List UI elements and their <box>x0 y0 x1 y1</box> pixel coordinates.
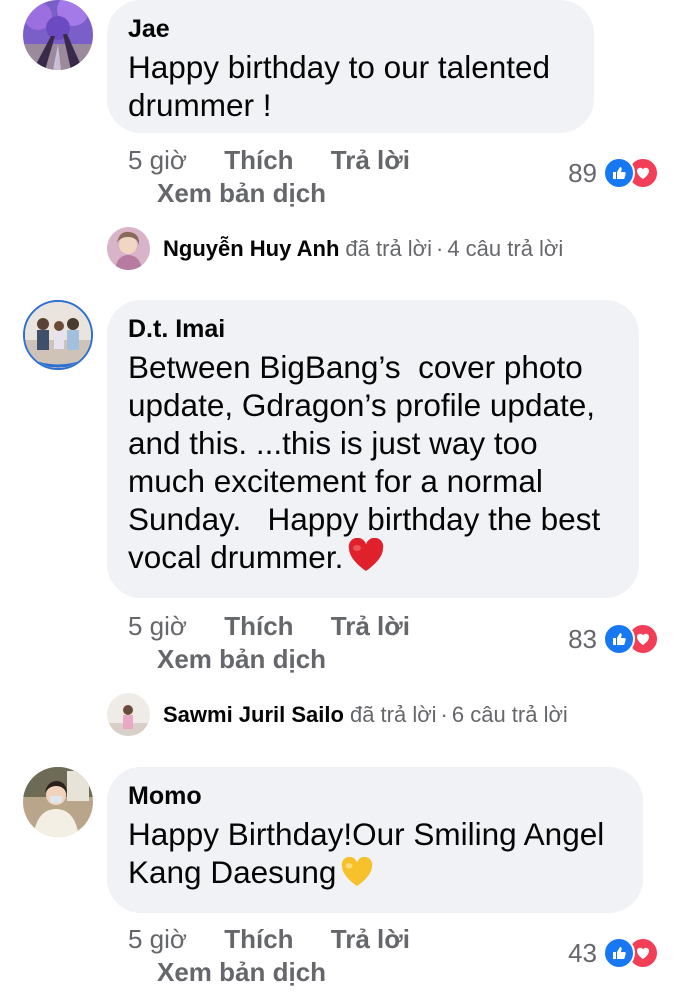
reactions-summary[interactable]: 83 <box>568 623 659 655</box>
reaction-count: 43 <box>568 938 597 968</box>
avatar-dt-imai[interactable] <box>23 300 93 370</box>
comment-time[interactable]: 5 giờ <box>128 145 187 175</box>
reply-button[interactable]: Trả lời <box>331 924 410 954</box>
reaction-count: 83 <box>568 624 597 654</box>
comment-text: Between BigBang’s cover photo update, Gd… <box>128 348 617 580</box>
reply-button[interactable]: Trả lời <box>331 611 410 641</box>
comment-author[interactable]: Jae <box>128 14 572 44</box>
comment-bubble: D.t. Imai Between BigBang’s cover photo … <box>107 300 639 598</box>
reply-button[interactable]: Trả lời <box>331 145 410 175</box>
comment-bubble: Jae Happy birthday to our talented drumm… <box>107 0 594 133</box>
thumbs-up-icon <box>603 937 635 969</box>
comment-actions: 5 giờ Thích Trả lời <box>128 611 410 641</box>
see-translation-link[interactable]: Xem bản dịch <box>157 957 326 987</box>
reply-count: 6 câu trả lời <box>451 701 568 727</box>
comment-actions: 5 giờ Thích Trả lời <box>128 145 410 175</box>
like-button[interactable]: Thích <box>224 145 293 175</box>
reply-avatar <box>107 227 150 270</box>
comment-time[interactable]: 5 giờ <box>128 924 187 954</box>
comment-author[interactable]: D.t. Imai <box>128 314 617 344</box>
view-replies-link[interactable]: Nguyễn Huy Anh đã trả lời · 4 câu trả lờ… <box>107 227 563 270</box>
reply-avatar <box>107 693 150 736</box>
see-translation-link[interactable]: Xem bản dịch <box>157 178 326 208</box>
comment-text: Happy Birthday!Our Smiling Angel Kang Da… <box>128 815 621 895</box>
comment-actions: 5 giờ Thích Trả lời <box>128 924 410 954</box>
like-button[interactable]: Thích <box>224 611 293 641</box>
comment-bubble: Momo Happy Birthday!Our Smiling Angel Ka… <box>107 767 643 913</box>
like-button[interactable]: Thích <box>224 924 293 954</box>
separator-dot: · <box>436 235 444 261</box>
reactions-summary[interactable]: 43 <box>568 937 659 969</box>
thumbs-up-icon <box>603 623 635 655</box>
reply-author: Nguyễn Huy Anh <box>163 235 340 261</box>
reply-action-text: đã trả lời <box>349 701 437 727</box>
red-heart-emoji <box>347 537 385 580</box>
reply-count: 4 câu trả lời <box>447 235 564 261</box>
thumbs-up-icon <box>603 157 635 189</box>
comment-time[interactable]: 5 giờ <box>128 611 187 641</box>
reply-author: Sawmi Juril Sailo <box>163 701 344 727</box>
avatar-momo[interactable] <box>23 767 93 837</box>
separator-dot: · <box>440 701 448 727</box>
view-replies-link[interactable]: Sawmi Juril Sailo đã trả lời · 6 câu trả… <box>107 693 568 736</box>
reaction-count: 89 <box>568 158 597 188</box>
comment-text: Happy birthday to our talented drummer ! <box>128 49 551 123</box>
see-translation-link[interactable]: Xem bản dịch <box>157 644 326 674</box>
comment-author[interactable]: Momo <box>128 781 621 811</box>
avatar-jae[interactable] <box>23 0 93 70</box>
reactions-summary[interactable]: 89 <box>568 157 659 189</box>
yellow-heart-emoji <box>340 856 374 895</box>
reply-action-text: đã trả lời <box>345 235 432 261</box>
